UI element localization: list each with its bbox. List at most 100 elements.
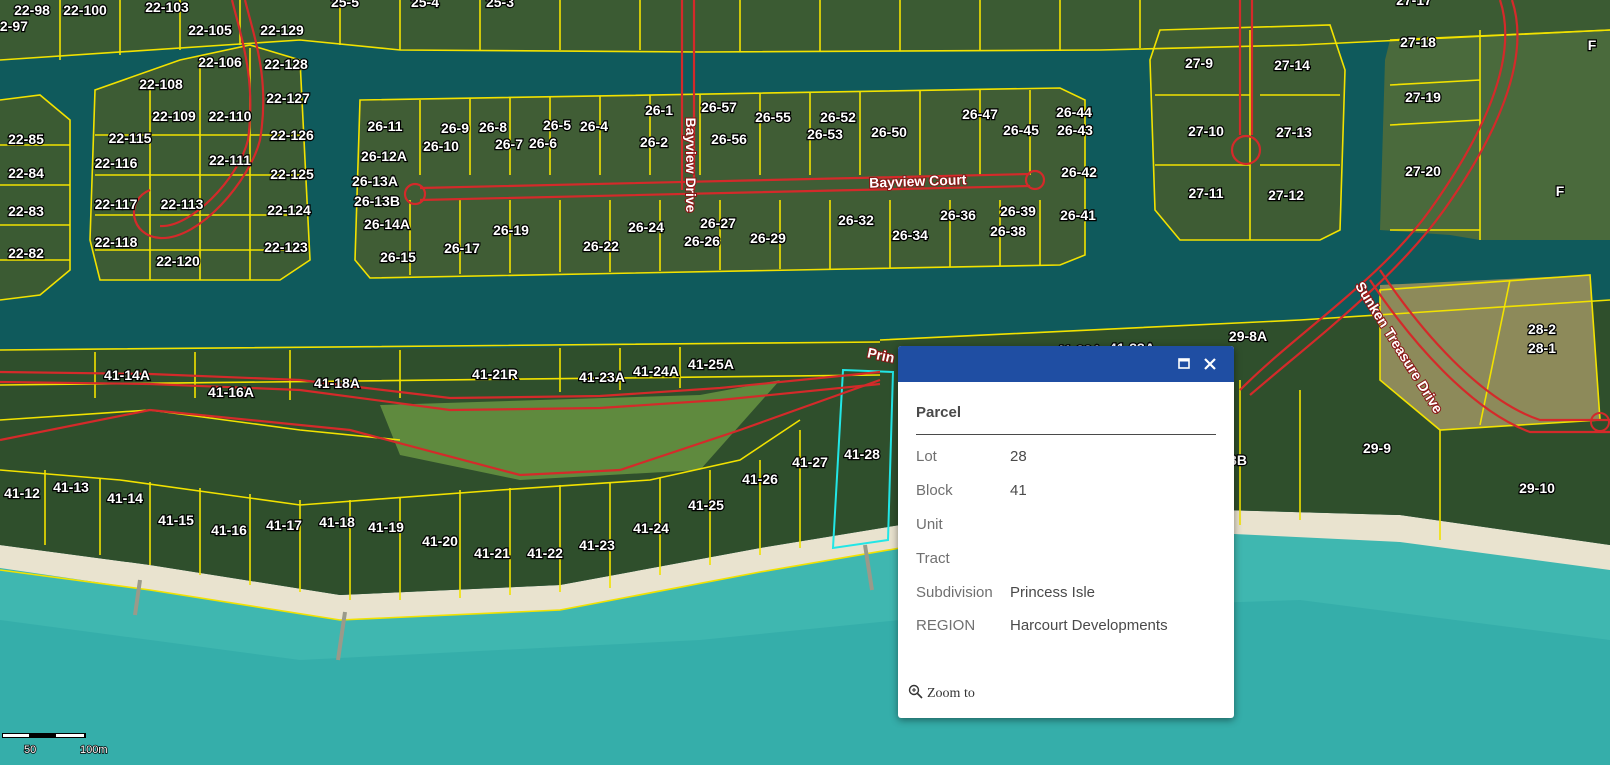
parcel-label: 41-25: [688, 497, 724, 513]
parcel-label: 26-39: [1000, 203, 1036, 219]
parcel-label: 26-41: [1060, 207, 1096, 223]
attr-key: Unit: [916, 516, 943, 533]
island-27: [1150, 25, 1345, 240]
street-label: Bayview Court: [869, 171, 967, 190]
parcel-label: 26-26: [684, 233, 720, 249]
parcel-label: 26-8: [479, 119, 507, 135]
parcel-label: 22-129: [260, 22, 304, 38]
parcel-map[interactable]: 22-98 22-100 22-103 22-97 22-105 22-129 22-106…: [0, 0, 1610, 765]
maximize-icon: [1178, 358, 1190, 369]
parcel-label: 26-13B: [354, 193, 400, 209]
parcel-label: 26-29: [750, 230, 786, 246]
parcel-label: 22-111: [209, 152, 251, 168]
parcel-label: 41-20: [422, 533, 458, 549]
parcel-label: 26-27: [700, 215, 736, 231]
parcel-label: 41-28: [844, 446, 880, 462]
parcel-label: 26-38: [990, 223, 1026, 239]
parcel-label: 22-126: [270, 127, 314, 143]
parcel-label: 41-27: [792, 454, 828, 470]
close-icon: [1204, 358, 1216, 370]
attr-row-subdivision: Subdivision Princess Isle: [916, 584, 1216, 604]
parcel-label: 22-100: [63, 2, 107, 18]
popup-title: Parcel: [916, 404, 962, 421]
parcel-label: 26-5: [543, 117, 571, 133]
parcel-label: 26-12A: [361, 148, 407, 164]
parcel-label: 27-11: [1188, 185, 1223, 201]
attr-row-lot: Lot 28: [916, 448, 1216, 468]
parcel-label: 22-118: [95, 234, 138, 250]
parcel-label: 25-4: [411, 0, 439, 10]
parcel-label: 27-18: [1400, 34, 1436, 50]
parcel-label: 41-15: [158, 512, 194, 528]
parcel-label: 41-21: [474, 545, 510, 561]
parcel-label: 26-57: [701, 99, 737, 115]
parcel-label: 27-14: [1274, 57, 1310, 73]
parcel-label: 22-103: [145, 0, 189, 15]
parcel-label: 26-36: [940, 207, 976, 223]
attr-key: REGION: [916, 617, 976, 634]
parcel-label: 27-9: [1185, 55, 1213, 71]
parcel-label: 26-55: [755, 109, 791, 125]
parcel-label: 41-21R: [472, 366, 518, 382]
attr-value: 41: [1010, 482, 1027, 499]
zoom-to-link[interactable]: Zoom to: [908, 684, 975, 702]
close-button[interactable]: [1200, 354, 1220, 374]
parcel-popup[interactable]: Parcel Lot 28 Block 41 Unit Tract Subdiv…: [898, 346, 1234, 718]
popup-header: [898, 346, 1234, 382]
parcel-label: 26-11: [367, 118, 402, 134]
parcel-label: 26-53: [807, 126, 843, 142]
attr-row-unit: Unit: [916, 516, 1216, 536]
attr-row-tract: Tract: [916, 550, 1216, 570]
parcel-label: 27-12: [1268, 187, 1304, 203]
parcel-label: 41-23A: [579, 369, 625, 385]
parcel-label: 26-17: [444, 240, 480, 256]
parcel-label: 27-10: [1188, 123, 1224, 139]
attr-key: Lot: [916, 448, 937, 465]
parcel-label: 25-3: [486, 0, 514, 10]
parcel-label: 28-2: [1528, 321, 1556, 337]
parcel-label: 26-22: [583, 238, 619, 254]
parcel-label: 41-14A: [104, 367, 150, 383]
parcel-label: 28-1: [1528, 340, 1556, 356]
parcel-label: 22-128: [264, 56, 308, 72]
parcel-label: 41-16: [211, 522, 247, 538]
parcel-label: 41-18: [319, 514, 355, 530]
east-land: [1380, 30, 1610, 240]
attr-key: Block: [916, 482, 953, 499]
parcel-label: 22-97: [0, 18, 28, 34]
parcel-label: 41-22: [527, 545, 563, 561]
parcel-label: 26-14A: [364, 216, 410, 232]
parcel-label: 26-32: [838, 212, 874, 228]
parcel-label: 27-19: [1405, 89, 1441, 105]
parcel-label: 22-84: [8, 165, 44, 181]
parcel-label: 22-109: [152, 108, 196, 124]
maximize-button[interactable]: [1174, 354, 1194, 374]
parcel-label: 22-117: [95, 196, 138, 212]
parcel-label: 26-24: [628, 219, 664, 235]
parcel-label: 41-18A: [314, 375, 360, 391]
parcel-label: 22-115: [109, 130, 152, 146]
parcel-label: 25-5: [331, 0, 359, 10]
street-label: Bayview Drive: [683, 118, 699, 213]
parcel-label: 26-4: [580, 118, 608, 134]
parcel-label: 41-13: [53, 479, 89, 495]
attr-key: Subdivision: [916, 584, 993, 601]
parcel-label: 26-45: [1003, 122, 1039, 138]
parcel-label: 22-124: [267, 202, 311, 218]
parcel-label: 26-2: [640, 134, 668, 150]
zoom-in-icon: [908, 684, 923, 699]
parcel-label: 41-24A: [633, 363, 679, 379]
parcel-label: 27-17: [1396, 0, 1432, 8]
parcel-label: 41-25A: [688, 356, 734, 372]
parcel-label: 22-116: [95, 155, 138, 171]
parcel-label: 22-98: [14, 2, 50, 18]
parcel-label: 41-26: [742, 471, 778, 487]
parcel-label: 26-7: [495, 136, 523, 152]
parcel-label: 22-82: [8, 245, 44, 261]
parcel-label: 41-19: [368, 519, 404, 535]
scale-label-50: 50: [24, 744, 36, 756]
parcel-label: F: [1588, 37, 1597, 53]
parcel-label: 41-16A: [208, 384, 254, 400]
parcel-label: 22-127: [266, 90, 310, 106]
parcel-label: 26-44: [1056, 104, 1092, 120]
